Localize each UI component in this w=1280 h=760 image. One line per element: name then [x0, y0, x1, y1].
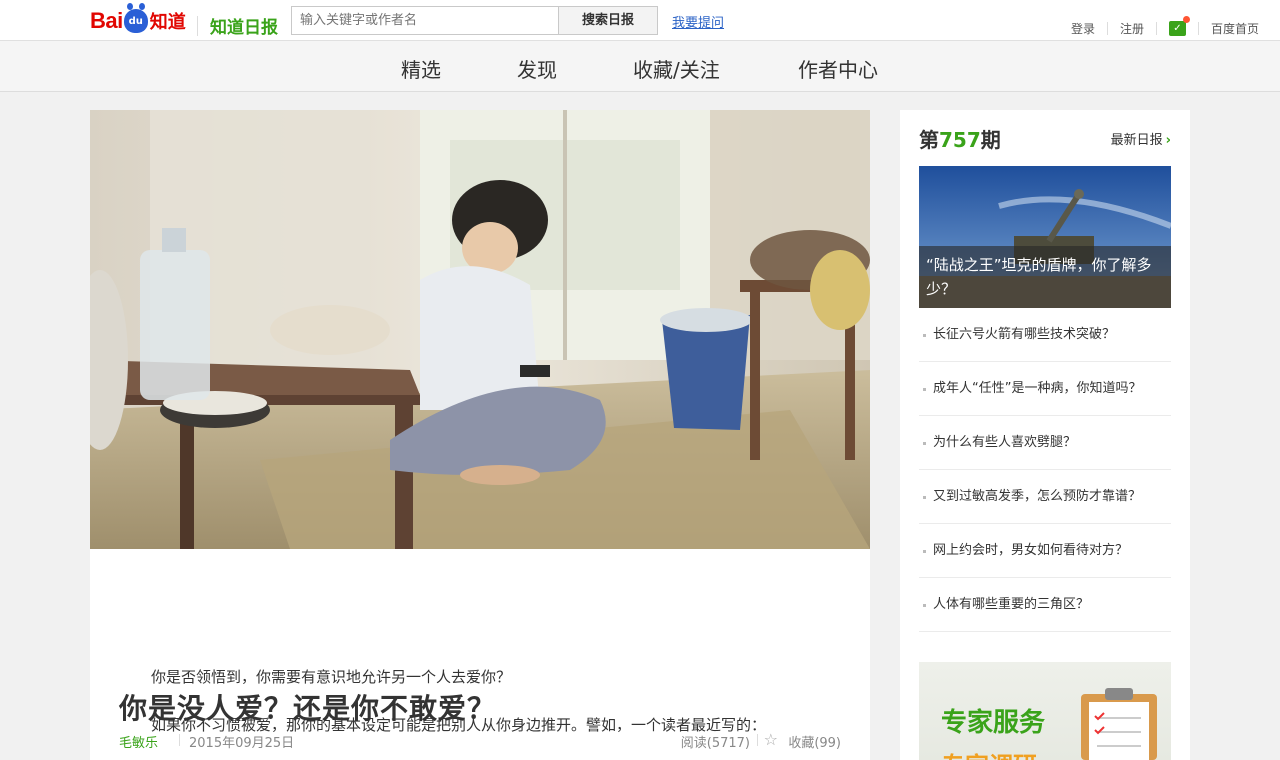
featured-story-caption: “陆战之王”坦克的盾牌，你了解多少？: [919, 246, 1171, 308]
register-link[interactable]: 注册: [1120, 20, 1144, 37]
article-paragraph: 你是否领悟到，你需要有意识地允许另一个人去爱你？: [151, 668, 512, 686]
featured-story[interactable]: “陆战之王”坦克的盾牌，你了解多少？: [919, 166, 1171, 308]
issue-number: 第757期: [919, 124, 1001, 153]
chevron-right-icon: ›: [1165, 133, 1171, 148]
story-list: 长征六号火箭有哪些技术突破？ 成年人“任性”是一种病，你知道吗？ 为什么有些人喜…: [919, 308, 1171, 632]
list-item[interactable]: 人体有哪些重要的三角区？: [919, 578, 1171, 632]
list-item[interactable]: 为什么有些人喜欢劈腿？: [919, 416, 1171, 470]
divider: [179, 734, 180, 746]
divider: [1106, 22, 1108, 35]
article-hero-image: [90, 110, 870, 549]
issue-prefix: 第: [919, 128, 939, 152]
clipboard-icon: [1081, 688, 1157, 760]
baidu-paw-icon: du: [123, 3, 148, 33]
search-button[interactable]: 搜索日报: [558, 6, 658, 35]
favorite-button[interactable]: 收藏(99): [788, 732, 841, 751]
cart-icon[interactable]: ✓: [1168, 16, 1190, 36]
nav-item-discover[interactable]: 发现: [517, 54, 557, 83]
list-item[interactable]: 又到过敏高发季，怎么预防才靠谱？: [919, 470, 1171, 524]
latest-daily-link[interactable]: 最新日报 ›: [1111, 129, 1171, 148]
top-bar: Bai du 知道 知道日报 搜索日报 我要提问 登录 注册 ✓ 百度首页: [0, 0, 1280, 41]
nav-item-favorites[interactable]: 收藏/关注: [633, 54, 720, 83]
notification-dot: [1182, 16, 1190, 23]
search-input[interactable]: [291, 6, 559, 35]
article-paragraph: 如果你不习惯被爱，那你的基本设定可能是把别人从你身边推开。譬如，一个读者最近写的…: [151, 716, 767, 734]
baidu-zhidao-logo[interactable]: Bai du 知道: [90, 3, 186, 36]
zhidao-daily-logo[interactable]: 知道日报: [210, 13, 278, 38]
list-item[interactable]: 长征六号火箭有哪些技术突破？: [919, 308, 1171, 362]
logo-bai-text: Bai: [90, 8, 123, 33]
hero-illustration: [90, 110, 870, 549]
list-item[interactable]: 成年人“任性”是一种病，你知道吗？: [919, 362, 1171, 416]
logo-zhidao-text: 知道: [149, 12, 186, 33]
ad-title: 专家服务: [941, 708, 1046, 738]
nav-item-author-center[interactable]: 作者中心: [798, 54, 878, 83]
ask-question-link[interactable]: 我要提问: [672, 12, 724, 31]
main-nav: 精选 发现 收藏/关注 作者中心: [0, 41, 1280, 92]
divider: [1155, 22, 1157, 35]
sidebar: 第757期 最新日报 › “陆战之王”坦克的盾牌，你了解多少？ 长征六号火箭有哪些…: [900, 110, 1190, 760]
ad-subtitle: 专家调研: [941, 746, 1037, 760]
logo-divider: [197, 16, 198, 36]
nav-item-featured[interactable]: 精选: [401, 54, 441, 83]
issue-value: 757: [939, 128, 981, 152]
issue-suffix: 期: [980, 128, 1001, 152]
latest-daily-label: 最新日报: [1110, 133, 1163, 148]
article-card: 你是没人爱？还是你不敢爱？ 毛敏乐 2015年09月25日 阅读(5717) ☆…: [90, 110, 870, 760]
divider: [757, 734, 758, 746]
divider: [1197, 22, 1199, 35]
baidu-home-link[interactable]: 百度首页: [1211, 20, 1259, 37]
expert-service-banner[interactable]: 专家服务 专家调研: [919, 662, 1171, 760]
login-link[interactable]: 登录: [1071, 20, 1095, 37]
user-links: 登录 注册 ✓ 百度首页: [1071, 16, 1259, 37]
list-item[interactable]: 网上约会时，男女如何看待对方？: [919, 524, 1171, 578]
